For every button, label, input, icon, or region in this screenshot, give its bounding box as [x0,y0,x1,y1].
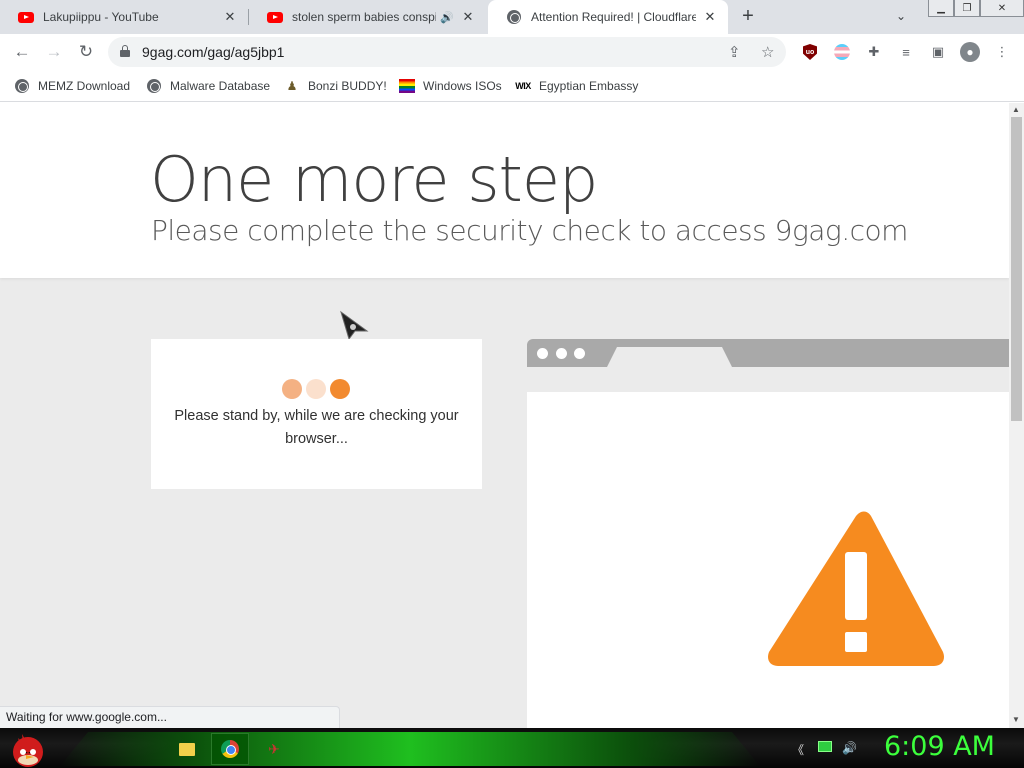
status-bubble: Waiting for www.google.com... [0,706,340,728]
window-controls: ▁ ❐ ✕ [928,0,1024,17]
loading-dots [282,379,350,399]
bookmark-windows-isos[interactable]: Windows ISOs [399,76,502,96]
browser-check-card: Please stand by, while we are checking y… [151,339,482,489]
globe-icon [14,78,30,94]
bookmark-label: Windows ISOs [423,79,502,93]
close-icon[interactable]: ✕ [702,9,718,25]
bookmark-label: Bonzi BUDDY! [308,79,387,93]
scroll-up-arrow-icon[interactable]: ▲ [1012,105,1020,114]
chrome-icon [221,740,239,758]
bookmark-bonzi-buddy[interactable]: ♟ Bonzi BUDDY! [284,76,387,96]
side-panel-icon[interactable]: ▣ [928,42,948,62]
warning-triangle-icon [768,511,944,666]
taskbar-angry-birds[interactable]: ✈ [255,733,293,765]
extensions-puzzle-icon[interactable]: ✚ [864,42,884,62]
new-tab-button[interactable]: + [738,6,758,27]
tab-strip: Lakupiippu - YouTube ✕ stolen sperm babi… [0,0,1024,34]
trans-flag-extension-icon[interactable] [832,42,852,62]
browser-toolbar: ← → ↻ 9gag.com/gag/ag5jbp1 ⇪ ☆ uo ✚ ≡ ▣ … [0,34,1024,70]
illustration-title-bar [527,339,1009,367]
globe-icon [146,78,162,94]
scrollbar-thumb[interactable] [1011,117,1022,421]
bookmark-star-icon[interactable]: ☆ [761,43,774,61]
taskbar-file-explorer[interactable] [168,733,206,765]
minimize-button[interactable]: ▁ [928,0,954,17]
bookmark-label: Egyptian Embassy [539,79,639,93]
tab-youtube-lakupiippu[interactable]: Lakupiippu - YouTube ✕ [0,0,248,34]
bookmark-memz[interactable]: MEMZ Download [14,76,130,96]
illustration-dot [537,348,548,359]
loading-dot [306,379,326,399]
tab-cloudflare[interactable]: Attention Required! | Cloudflare ✕ [488,0,728,34]
taskbar [0,728,1024,768]
reload-icon[interactable]: ↻ [74,40,98,64]
globe-icon [506,9,522,25]
tab-title: stolen sperm babies conspir [292,10,437,24]
illustration-dot [574,348,585,359]
network-icon[interactable] [818,741,832,752]
loading-dot [282,379,302,399]
bookmark-label: Malware Database [170,79,271,93]
angry-bird-icon: ✈ [268,740,280,757]
youtube-icon [267,9,283,25]
url-text[interactable]: 9gag.com/gag/ag5jbp1 [142,44,284,60]
loading-dot [330,379,350,399]
tab-title: Lakupiippu - YouTube [43,10,159,24]
address-bar[interactable]: 9gag.com/gag/ag5jbp1 ⇪ ☆ [108,37,786,67]
illustration-dot [556,348,567,359]
check-message: Please stand by, while we are checking y… [174,408,459,447]
mouse-cursor-icon [340,310,369,340]
bookmark-label: MEMZ Download [38,79,131,93]
back-arrow-icon[interactable]: ← [10,40,34,64]
youtube-icon [18,9,34,25]
wix-icon: WIX [515,81,531,91]
scroll-down-arrow-icon[interactable]: ▼ [1012,715,1020,724]
tab-search-icon[interactable]: ⌄ [896,9,906,23]
start-button-angry-bird-icon[interactable] [8,728,48,768]
lock-icon[interactable] [120,45,130,57]
close-window-button[interactable]: ✕ [980,0,1024,17]
illustration-tab [607,347,732,367]
share-icon[interactable]: ⇪ [728,43,741,61]
browser-illustration [527,339,1009,728]
ublock-origin-icon[interactable]: uo [800,42,820,62]
tray-chevron-icon[interactable]: 《 [792,741,804,758]
close-icon[interactable]: ✕ [222,9,238,25]
taskbar-clock[interactable]: 6:09 AM [884,731,995,762]
forward-arrow-icon[interactable]: → [42,40,66,64]
page-scrollbar[interactable]: ▲ ▼ [1009,103,1024,728]
speaker-icon[interactable]: 🔊 [440,11,454,24]
header-band: One more step Please complete the securi… [0,103,1009,278]
tab-youtube-stolen[interactable]: stolen sperm babies conspir 🔊 ✕ [249,0,486,34]
close-icon[interactable]: ✕ [460,9,476,25]
bookmarks-bar: MEMZ Download Malware Database ♟ Bonzi B… [0,70,1024,102]
bookmark-malware-database[interactable]: Malware Database [146,76,270,96]
taskbar-chrome[interactable] [211,733,249,765]
menu-kebab-icon[interactable]: ⋮ [992,42,1012,62]
folder-icon [179,742,195,756]
volume-icon[interactable]: 🔊 [842,741,857,755]
bonzi-icon: ♟ [286,79,298,93]
bookmark-egyptian-embassy[interactable]: WIX Egyptian Embassy [515,76,638,96]
page-content: One more step Please complete the securi… [0,103,1009,728]
illustration-window-body [527,392,1009,728]
media-control-icon[interactable]: ≡ [896,42,916,62]
rainbow-flag-icon [399,78,415,94]
page-title: One more step [150,143,598,216]
restore-button[interactable]: ❐ [954,0,980,17]
tab-title: Attention Required! | Cloudflare [531,10,696,24]
taskbar-glow [60,732,760,766]
profile-avatar[interactable]: ● [960,42,980,62]
page-subtitle: Please complete the security check to ac… [151,214,908,247]
